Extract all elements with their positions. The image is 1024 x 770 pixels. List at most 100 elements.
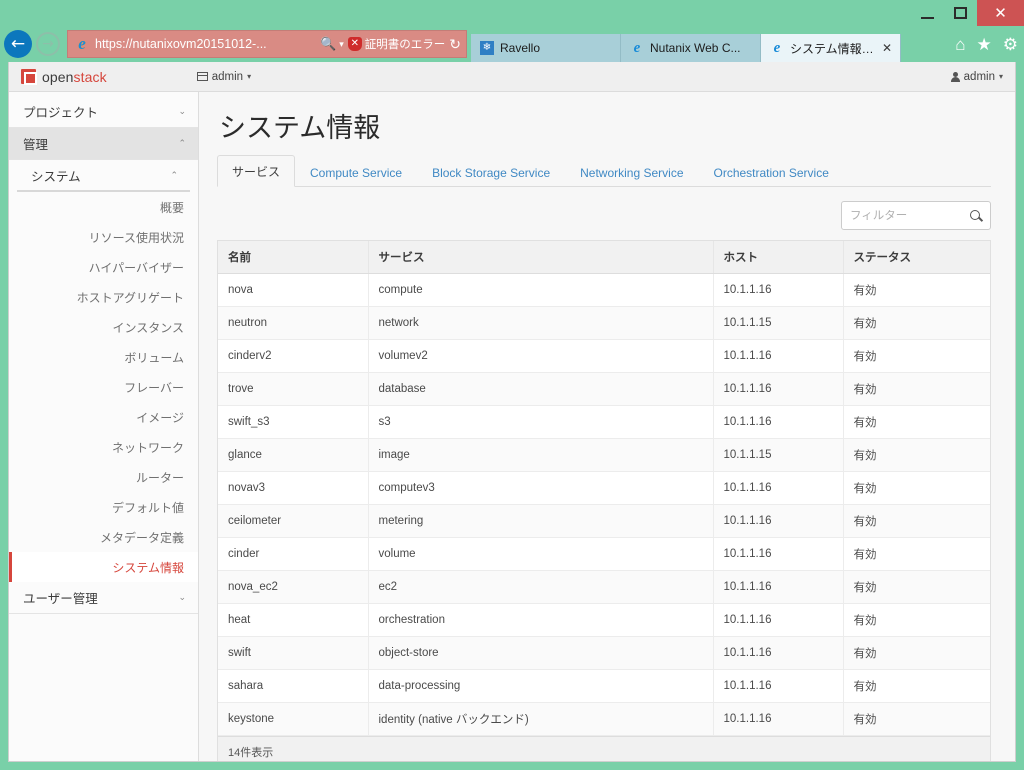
maximize-icon xyxy=(954,7,967,19)
sidebar-item-metadata-definitions[interactable]: メタデータ定義 xyxy=(9,522,198,552)
cell-service-name: sahara xyxy=(218,669,369,703)
chevron-down-icon: ⌄ xyxy=(178,592,186,602)
column-header-service[interactable]: サービス xyxy=(368,241,714,274)
table-row[interactable]: cinder volume 10.1.1.16 有効 xyxy=(218,537,990,571)
sidebar-item-host-aggregates[interactable]: ホストアグリゲート xyxy=(9,282,198,312)
forward-arrow-icon: → xyxy=(42,36,54,52)
column-header-status[interactable]: ステータス xyxy=(843,241,990,274)
search-input[interactable] xyxy=(850,209,966,222)
sidebar-item-defaults[interactable]: デフォルト値 xyxy=(9,492,198,522)
sidebar-item-system-information[interactable]: システム情報 xyxy=(9,552,198,582)
tab-close-icon[interactable]: ✕ xyxy=(882,41,892,55)
back-button[interactable]: ← xyxy=(4,30,32,58)
sidebar-item-overview[interactable]: 概要 xyxy=(9,192,198,222)
sidebar-subgroup-label: システム xyxy=(31,169,81,184)
cell-service-host: 10.1.1.16 xyxy=(713,372,844,406)
browser-tab-system-info[interactable]: e システム情報 - ... ✕ xyxy=(761,34,901,62)
sidebar-group-admin[interactable]: 管理 ⌃ xyxy=(9,128,198,160)
sidebar-group-identity[interactable]: ユーザー管理 ⌄ xyxy=(9,582,198,614)
favorites-star-icon[interactable]: ★ xyxy=(977,36,992,53)
user-menu[interactable]: admin ▾ xyxy=(950,71,1003,83)
table-row[interactable]: sahara data-processing 10.1.1.16 有効 xyxy=(218,669,990,703)
grid-icon xyxy=(196,72,208,81)
sidebar-item-images[interactable]: イメージ xyxy=(9,402,198,432)
tab-compute-service[interactable]: Compute Service xyxy=(295,158,417,187)
tab-block-storage-service[interactable]: Block Storage Service xyxy=(417,158,565,187)
browser-window: ✕ ← → e https://nutanixovm20151012-... 🔍… xyxy=(0,0,1024,770)
cell-service-name: trove xyxy=(218,372,369,406)
filter-box[interactable] xyxy=(841,201,991,230)
user-icon xyxy=(950,71,960,82)
table-row[interactable]: keystone identity (native バックエンド) 10.1.1.1… xyxy=(218,702,990,736)
cell-service-name: cinderv2 xyxy=(218,339,369,373)
sidebar-item-label: リソース使用状況 xyxy=(88,230,184,245)
cell-service-status: 有効 xyxy=(843,372,990,406)
address-bar[interactable]: e https://nutanixovm20151012-... 🔍 ▾ ✕ 証… xyxy=(67,30,467,58)
sidebar-item-networks[interactable]: ネットワーク xyxy=(9,432,198,462)
table-row[interactable]: neutron network 10.1.1.15 有効 xyxy=(218,306,990,340)
cell-service-name: nova xyxy=(218,273,369,307)
project-switcher[interactable]: admin ▾ xyxy=(196,71,251,83)
cell-service-host: 10.1.1.16 xyxy=(713,273,844,307)
sidebar-item-resource-usage[interactable]: リソース使用状況 xyxy=(9,222,198,252)
table-row[interactable]: swift_s3 s3 10.1.1.16 有効 xyxy=(218,405,990,439)
cell-service-status: 有効 xyxy=(843,603,990,637)
cell-service-name: swift xyxy=(218,636,369,670)
sidebar-item-routers[interactable]: ルーター xyxy=(9,462,198,492)
settings-gear-icon[interactable]: ⚙ xyxy=(1003,36,1018,53)
url-text: https://nutanixovm20151012-... xyxy=(95,37,267,51)
sidebar-item-label: システム情報 xyxy=(112,560,184,575)
sidebar-subgroup-system[interactable]: システム ⌃ xyxy=(17,160,190,192)
cell-service-status: 有効 xyxy=(843,636,990,670)
column-header-name[interactable]: 名前 xyxy=(218,241,369,274)
sidebar-item-instances[interactable]: インスタンス xyxy=(9,312,198,342)
table-row[interactable]: novav3 computev3 10.1.1.16 有効 xyxy=(218,471,990,505)
cell-service-name: nova_ec2 xyxy=(218,570,369,604)
chevron-up-icon: ⌃ xyxy=(170,169,178,180)
cell-service-status: 有効 xyxy=(843,471,990,505)
maximize-button[interactable] xyxy=(944,0,977,26)
cell-service-type: volume xyxy=(368,537,714,571)
sidebar-item-label: ボリューム xyxy=(124,350,184,365)
address-dropdown-caret-icon[interactable]: ▾ xyxy=(339,39,344,50)
table-row[interactable]: heat orchestration 10.1.1.16 有効 xyxy=(218,603,990,637)
table-row[interactable]: swift object-store 10.1.1.16 有効 xyxy=(218,636,990,670)
openstack-wordmark: openstack xyxy=(42,69,107,85)
sidebar-group-label: ユーザー管理 xyxy=(23,592,98,606)
table-row[interactable]: ceilometer metering 10.1.1.16 有効 xyxy=(218,504,990,538)
tab-networking-service[interactable]: Networking Service xyxy=(565,158,698,187)
browser-tab-nutanix[interactable]: e Nutanix Web C... xyxy=(621,34,761,62)
certificate-error-badge[interactable]: ✕ 証明書のエラー xyxy=(347,36,445,52)
cell-service-status: 有効 xyxy=(843,273,990,307)
forward-button[interactable]: → xyxy=(36,32,60,56)
sidebar-group-label: 管理 xyxy=(23,138,49,152)
minimize-button[interactable] xyxy=(911,0,944,26)
table-row[interactable]: glance image 10.1.1.15 有効 xyxy=(218,438,990,472)
cell-service-host: 10.1.1.16 xyxy=(713,570,844,604)
browser-tab-ravello[interactable]: ❄ Ravello xyxy=(471,34,621,62)
tab-orchestration-service[interactable]: Orchestration Service xyxy=(699,158,844,187)
brand-stack-text: stack xyxy=(73,68,107,85)
cell-service-host: 10.1.1.16 xyxy=(713,603,844,637)
search-icon[interactable] xyxy=(970,209,982,222)
sidebar-item-hypervisors[interactable]: ハイパーバイザー xyxy=(9,252,198,282)
sidebar-group-project[interactable]: プロジェクト ⌄ xyxy=(9,96,198,128)
table-row[interactable]: nova compute 10.1.1.16 有効 xyxy=(218,273,990,307)
sidebar-item-flavors[interactable]: フレーバー xyxy=(9,372,198,402)
address-search-icon[interactable]: 🔍 xyxy=(320,36,336,52)
cell-service-name: ceilometer xyxy=(218,504,369,538)
openstack-logo[interactable]: openstack xyxy=(21,69,107,85)
refresh-icon[interactable]: ↻ xyxy=(449,36,461,53)
tab-services[interactable]: サービス xyxy=(217,155,296,187)
table-row[interactable]: nova_ec2 ec2 10.1.1.16 有効 xyxy=(218,570,990,604)
table-row[interactable]: trove database 10.1.1.16 有効 xyxy=(218,372,990,406)
home-icon[interactable]: ⌂ xyxy=(955,36,965,53)
cell-service-type: identity (native バックエンド) xyxy=(368,702,714,736)
services-table: 名前 サービス ホスト ステータス nova compute 10.1.1.16 有効… xyxy=(218,241,990,736)
cell-service-host: 10.1.1.16 xyxy=(713,702,844,736)
column-header-host[interactable]: ホスト xyxy=(713,241,844,274)
table-row[interactable]: cinderv2 volumev2 10.1.1.16 有効 xyxy=(218,339,990,373)
close-window-button[interactable]: ✕ xyxy=(977,0,1024,26)
cell-service-type: image xyxy=(368,438,714,472)
sidebar-item-volumes[interactable]: ボリューム xyxy=(9,342,198,372)
